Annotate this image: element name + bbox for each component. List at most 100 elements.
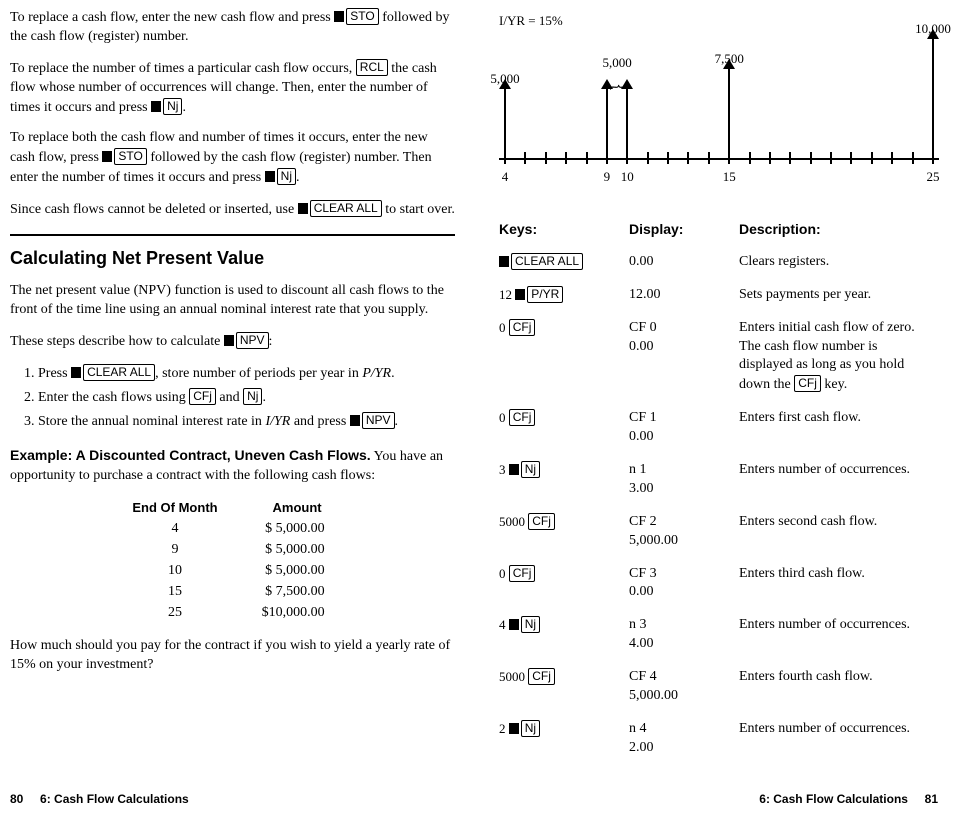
cell-keys: CLEAR ALL (499, 249, 629, 282)
cell-description: Enters number of occurrences. (739, 457, 938, 509)
footer-left: 80 6: Cash Flow Calculations (10, 791, 189, 807)
table-row: 12 P/YR12.00Sets payments per year. (499, 282, 938, 315)
steps-list: Press CLEAR ALL, store number of periods… (38, 364, 455, 432)
text: Enter the cash flows using (38, 390, 189, 405)
cell-display: n 1 3.00 (629, 457, 739, 509)
cell-description: Enters initial cash flow of zero. The ca… (739, 315, 938, 406)
cell-display: 12.00 (629, 282, 739, 315)
cell-display: n 4 2.00 (629, 716, 739, 768)
text: These steps describe how to calculate (10, 334, 224, 349)
para-clear: Since cash flows cannot be deleted or in… (10, 200, 455, 220)
table-row: 0 CFjCF 3 0.00Enters third cash flow. (499, 561, 938, 613)
section-heading: Calculating Net Present Value (10, 246, 455, 270)
cell-display: CF 4 5,000.00 (629, 664, 739, 716)
cell-display: CF 1 0.00 (629, 405, 739, 457)
cell-display: CF 0 0.00 (629, 315, 739, 406)
calc-key: CFj (528, 668, 555, 685)
tick (850, 152, 852, 164)
text: . (296, 170, 300, 185)
cell-description: Enters third cash flow. (739, 561, 938, 613)
cell-keys: 5000 CFj (499, 509, 629, 561)
step-3: Store the annual nominal interest rate i… (38, 412, 455, 432)
nj-key: Nj (243, 388, 262, 405)
cell-amount: $ 5,000.00 (240, 540, 355, 561)
x-label: 25 (927, 168, 940, 186)
cell-keys: 0 CFj (499, 315, 629, 406)
text: Since cash flows cannot be deleted or in… (10, 202, 298, 217)
clear-all-key: CLEAR ALL (310, 200, 382, 217)
shift-icon (298, 203, 308, 214)
cell-amount: $ 7,500.00 (240, 582, 355, 603)
cell-description: Enters second cash flow. (739, 509, 938, 561)
cell-description: Enters number of occurrences. (739, 716, 938, 768)
key-prefix: 4 (499, 617, 509, 632)
table-row: 5000 CFjCF 4 5,000.00Enters fourth cash … (499, 664, 938, 716)
step-1: Press CLEAR ALL, store number of periods… (38, 364, 455, 384)
cell-display: CF 3 0.00 (629, 561, 739, 613)
calc-key: P/YR (527, 286, 563, 303)
cell-keys: 3 Nj (499, 457, 629, 509)
step-2: Enter the cash flows using CFj and Nj. (38, 388, 455, 408)
col-amount: Amount (240, 497, 355, 519)
nj-key: Nj (163, 98, 182, 115)
iyr-var: I/YR (265, 414, 290, 429)
hdr-display: Display: (629, 216, 739, 249)
tick (565, 152, 567, 164)
cell-keys: 2 Nj (499, 716, 629, 768)
tick (912, 152, 914, 164)
cell-amount: $ 5,000.00 (240, 561, 355, 582)
text: to start over. (385, 202, 455, 217)
steps-lead: These steps describe how to calculate NP… (10, 332, 455, 352)
key-prefix: 5000 (499, 514, 528, 529)
table-row: 10$ 5,000.00 (110, 561, 354, 582)
text: . (395, 414, 399, 429)
cashflow-arrow (606, 88, 608, 158)
tick (524, 152, 526, 164)
shift-icon (499, 256, 509, 267)
cashflow-arrow (626, 88, 628, 158)
tick (871, 152, 873, 164)
key-prefix: 0 (499, 410, 509, 425)
cell-month: 25 (110, 603, 239, 624)
table-row: 5000 CFjCF 2 5,000.00Enters second cash … (499, 509, 938, 561)
tick (891, 152, 893, 164)
tick (586, 152, 588, 164)
cashflow-value: 7,500 (715, 50, 744, 68)
keystroke-table: Keys: Display: Description: CLEAR ALL0.0… (499, 216, 938, 768)
npv-key: NPV (236, 332, 269, 349)
table-row: 4$ 5,000.00 (110, 519, 354, 540)
cashflow-arrow (504, 88, 506, 158)
hdr-description: Description: (739, 216, 938, 249)
text: Press (38, 366, 71, 381)
text: and press (294, 414, 350, 429)
brace-icon: ︷ (610, 70, 625, 94)
cashflows-table: End Of Month Amount 4$ 5,000.009$ 5,000.… (110, 497, 354, 623)
sto-key: STO (346, 8, 378, 25)
tick (647, 152, 649, 164)
tick (749, 152, 751, 164)
chapter-title: 6: Cash Flow Calculations (759, 792, 908, 806)
cell-keys: 12 P/YR (499, 282, 629, 315)
calc-key: CLEAR ALL (511, 253, 583, 270)
table-row: 4 Njn 3 4.00Enters number of occurrences… (499, 612, 938, 664)
rcl-key: RCL (356, 59, 388, 76)
tick (769, 152, 771, 164)
calc-key: Nj (521, 616, 540, 633)
shift-icon (265, 171, 275, 182)
cashflow-arrow (728, 68, 730, 158)
cell-description: Sets payments per year. (739, 282, 938, 315)
calc-key: CFj (509, 319, 536, 336)
left-page: To replace a cash flow, enter the new ca… (0, 0, 477, 813)
shift-icon (151, 101, 161, 112)
sto-key: STO (114, 148, 146, 165)
shift-icon (509, 723, 519, 734)
cashflow-value: 5,000 (490, 70, 519, 88)
shift-icon (334, 11, 344, 22)
para-replace-cf: To replace a cash flow, enter the new ca… (10, 8, 455, 47)
x-label: 4 (502, 168, 509, 186)
cell-month: 15 (110, 582, 239, 603)
key-prefix: 3 (499, 462, 509, 477)
cell-display: 0.00 (629, 249, 739, 282)
key-prefix: 0 (499, 566, 509, 581)
para-replace-both: To replace both the cash flow and number… (10, 129, 455, 188)
